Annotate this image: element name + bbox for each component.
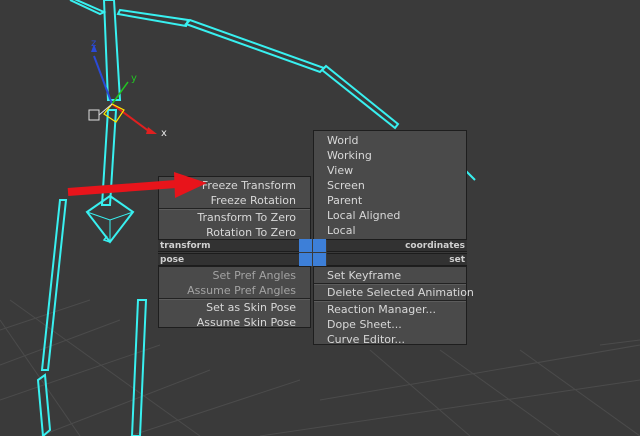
menu-item-parent[interactable]: Parent: [314, 193, 466, 208]
quad-menu-pose: Set Pref Angles Assume Pref Angles Set a…: [158, 266, 311, 330]
menu-item-local-aligned[interactable]: Local Aligned: [314, 208, 466, 223]
quad-header-coordinates[interactable]: coordinates: [327, 239, 467, 252]
transform-gizmo[interactable]: [88, 44, 157, 134]
menu-item-curve-editor[interactable]: Curve Editor...: [314, 332, 466, 347]
bone-arm-right: [184, 18, 326, 74]
quad-selector-top-left[interactable]: [299, 239, 312, 252]
quad-selector-top-right[interactable]: [313, 239, 326, 252]
quad-menu-transform: Freeze Transform Freeze Rotation Transfo…: [158, 176, 311, 240]
quad-header-set[interactable]: set: [327, 253, 467, 266]
quad-header-transform-label: transform: [160, 241, 211, 251]
bone-upper-left: [69, 0, 107, 16]
gizmo-y-label: y: [131, 73, 137, 84]
bone-spine-upper: [102, 0, 122, 101]
gizmo-x-axis: [111, 103, 151, 133]
menu-item-local[interactable]: Local: [314, 223, 466, 238]
menu-item-freeze-transform[interactable]: Freeze Transform: [159, 178, 310, 193]
menu-item-rotation-to-zero[interactable]: Rotation To Zero: [159, 225, 310, 240]
menu-item-assume-skin-pose[interactable]: Assume Skin Pose: [159, 315, 310, 330]
menu-item-set-as-skin-pose[interactable]: Set as Skin Pose: [159, 300, 310, 315]
menu-item-set-keyframe[interactable]: Set Keyframe: [314, 268, 466, 283]
menu-item-set-pref-angles[interactable]: Set Pref Angles: [159, 268, 310, 283]
gizmo-x-label: x: [161, 128, 167, 139]
menu-item-view[interactable]: View: [314, 163, 466, 178]
menu-item-dope-sheet[interactable]: Dope Sheet...: [314, 317, 466, 332]
menu-item-transform-to-zero[interactable]: Transform To Zero: [159, 210, 310, 225]
quad-header-set-label: set: [449, 255, 465, 265]
menu-item-delete-selected-animation[interactable]: Delete Selected Animation: [314, 285, 474, 300]
quad-selector-bottom-left[interactable]: [299, 253, 312, 266]
gizmo-z-label: z: [91, 38, 96, 49]
menu-item-freeze-rotation[interactable]: Freeze Rotation: [159, 193, 310, 208]
quad-menu-set: Set Keyframe Delete Selected Animation R…: [313, 266, 474, 347]
quad-selector-bottom-right[interactable]: [313, 253, 326, 266]
menu-item-working[interactable]: Working: [314, 148, 466, 163]
menu-item-assume-pref-angles[interactable]: Assume Pref Angles: [159, 283, 310, 298]
bone-forearm-right: [320, 64, 400, 130]
quad-header-pose[interactable]: pose: [158, 253, 299, 266]
quad-header-coordinates-label: coordinates: [405, 241, 465, 251]
quad-header-pose-label: pose: [160, 255, 185, 265]
menu-item-reaction-manager[interactable]: Reaction Manager...: [314, 302, 466, 317]
quad-header-transform[interactable]: transform: [158, 239, 299, 252]
bone-top: [116, 8, 190, 28]
gizmo-z-axis: [93, 55, 113, 105]
bone-spine-lower: [100, 109, 118, 206]
bone-leg-right: [130, 299, 148, 436]
quad-menu-coordinates: World Working View Screen Parent Local A…: [313, 130, 467, 240]
menu-item-screen[interactable]: Screen: [314, 178, 466, 193]
menu-item-world[interactable]: World: [314, 133, 466, 148]
